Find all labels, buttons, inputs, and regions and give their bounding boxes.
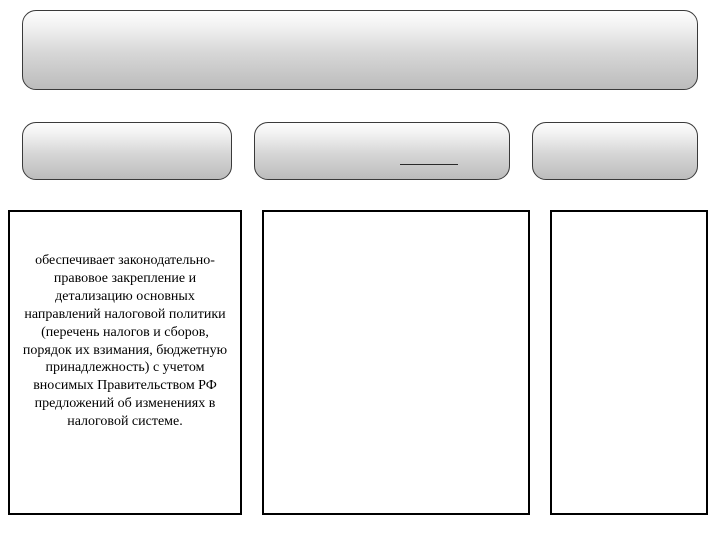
detail-panel-3 — [550, 210, 708, 515]
detail-panel-1: обеспечивает законодательно-правовое зак… — [8, 210, 242, 515]
category-pill-3 — [532, 122, 698, 180]
detail-panel-2 — [262, 210, 530, 515]
category-pill-1 — [22, 122, 232, 180]
header-pill — [22, 10, 698, 90]
category-pill-2 — [254, 122, 510, 180]
detail-panel-1-text: обеспечивает законодательно-правовое зак… — [18, 252, 232, 431]
divider-line — [400, 164, 458, 165]
